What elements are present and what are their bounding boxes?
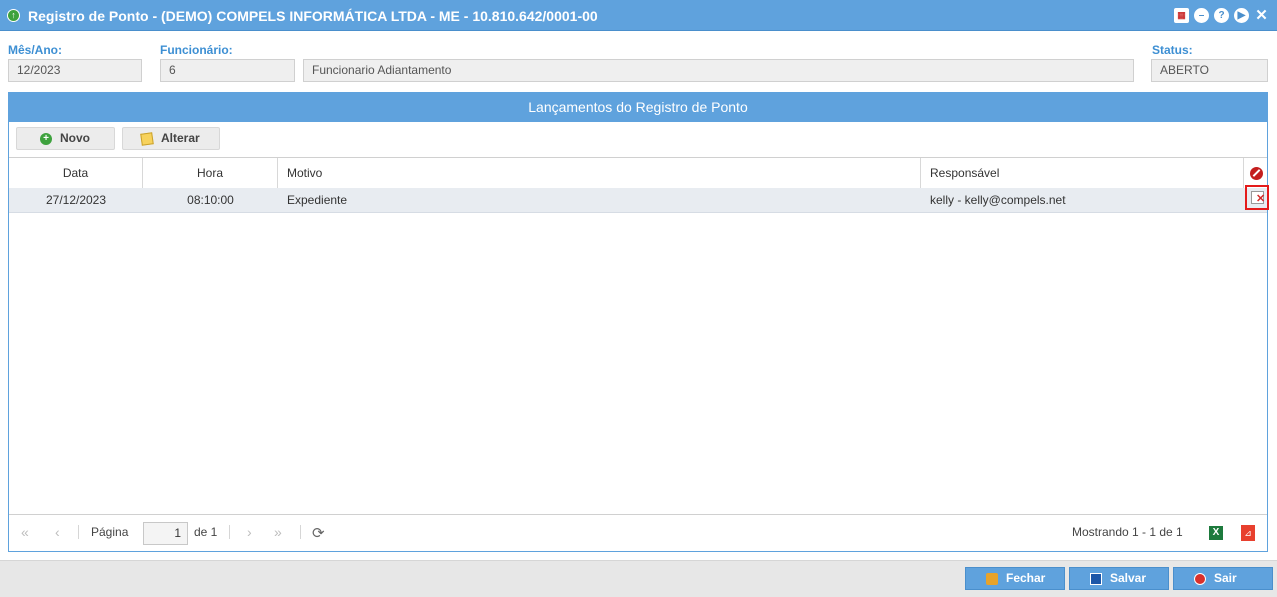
- last-page-icon[interactable]: »: [274, 524, 282, 540]
- mes-ano-label: Mês/Ano:: [8, 43, 62, 57]
- fechar-button-label: Fechar: [1006, 571, 1046, 585]
- close-icon[interactable]: ✕: [1254, 8, 1269, 23]
- sair-button-label: Sair: [1214, 571, 1237, 585]
- page-total: de 1: [194, 525, 218, 539]
- pager-divider: [300, 525, 301, 539]
- alterar-button-label: Alterar: [161, 131, 200, 145]
- sair-button[interactable]: Sair: [1173, 567, 1273, 590]
- help-icon[interactable]: ?: [1214, 8, 1229, 23]
- calendar-icon[interactable]: ▦: [1174, 8, 1189, 23]
- table-row[interactable]: 27/12/2023 08:10:00 Expediente kelly - k…: [9, 185, 1269, 213]
- cell-motivo: Expediente: [287, 193, 348, 207]
- fechar-button[interactable]: Fechar: [965, 567, 1065, 590]
- minimize-icon[interactable]: –: [1194, 8, 1209, 23]
- footer-bar: Fechar Salvar Sair: [0, 560, 1277, 597]
- excel-export-icon[interactable]: X: [1209, 526, 1223, 540]
- exit-icon: [1194, 573, 1206, 585]
- lancamentos-panel: Lançamentos do Registro de Ponto + Novo …: [8, 92, 1269, 552]
- salvar-button[interactable]: Salvar: [1069, 567, 1169, 590]
- funcionario-id-field[interactable]: 6: [160, 59, 295, 82]
- funcionario-nome-field[interactable]: Funcionario Adiantamento: [303, 59, 1134, 82]
- panel-toolbar: + Novo Alterar: [9, 122, 1267, 157]
- app-icon: ↑: [7, 9, 20, 22]
- add-icon: +: [40, 133, 52, 145]
- delete-column-icon: [1250, 167, 1263, 180]
- delete-row-button[interactable]: ✕: [1245, 185, 1269, 210]
- cell-responsavel: kelly - kelly@compels.net: [930, 193, 1066, 207]
- edit-icon: [140, 132, 154, 146]
- first-page-icon[interactable]: «: [21, 524, 29, 540]
- column-header-data[interactable]: Data: [9, 158, 143, 188]
- play-icon[interactable]: ▶: [1234, 8, 1249, 23]
- status-label: Status:: [1152, 43, 1193, 57]
- grid-header: Data Hora Motivo Responsável: [9, 157, 1267, 189]
- next-page-icon[interactable]: ›: [247, 524, 252, 540]
- column-header-motivo[interactable]: Motivo: [278, 158, 921, 188]
- column-header-responsavel[interactable]: Responsável: [921, 158, 1244, 188]
- grid-pager: « ‹ Página 1 de 1 › » ⟳ Mostrando 1 - 1 …: [9, 514, 1267, 551]
- novo-button[interactable]: + Novo: [16, 127, 115, 150]
- delete-icon: ✕: [1256, 193, 1266, 205]
- page-input[interactable]: 1: [143, 522, 188, 545]
- lancamentos-grid: Data Hora Motivo Responsável 27/12/2023 …: [9, 157, 1269, 213]
- pdf-export-icon[interactable]: ⊿: [1241, 525, 1255, 541]
- column-header-hora[interactable]: Hora: [143, 158, 278, 188]
- cell-data: 27/12/2023: [45, 193, 107, 207]
- pager-divider: [78, 525, 79, 539]
- window-title: Registro de Ponto - (DEMO) COMPELS INFOR…: [28, 8, 598, 24]
- prev-page-icon[interactable]: ‹: [55, 524, 60, 540]
- save-icon: [1090, 573, 1102, 585]
- window-titlebar: ↑ Registro de Ponto - (DEMO) COMPELS INF…: [0, 0, 1277, 31]
- panel-title: Lançamentos do Registro de Ponto: [9, 93, 1267, 122]
- alterar-button[interactable]: Alterar: [122, 127, 220, 150]
- window-tools: ▦ – ? ▶ ✕: [1174, 8, 1269, 24]
- novo-button-label: Novo: [60, 131, 90, 145]
- salvar-button-label: Salvar: [1110, 571, 1147, 585]
- page-label: Página: [91, 525, 129, 539]
- lock-icon: [986, 573, 998, 585]
- refresh-icon[interactable]: ⟳: [312, 524, 325, 542]
- cell-hora: 08:10:00: [187, 193, 234, 207]
- pager-divider: [229, 525, 230, 539]
- status-field[interactable]: ABERTO: [1151, 59, 1268, 82]
- mes-ano-field[interactable]: 12/2023: [8, 59, 142, 82]
- showing-count: Mostrando 1 - 1 de 1: [1072, 525, 1183, 539]
- funcionario-label: Funcionário:: [160, 43, 233, 57]
